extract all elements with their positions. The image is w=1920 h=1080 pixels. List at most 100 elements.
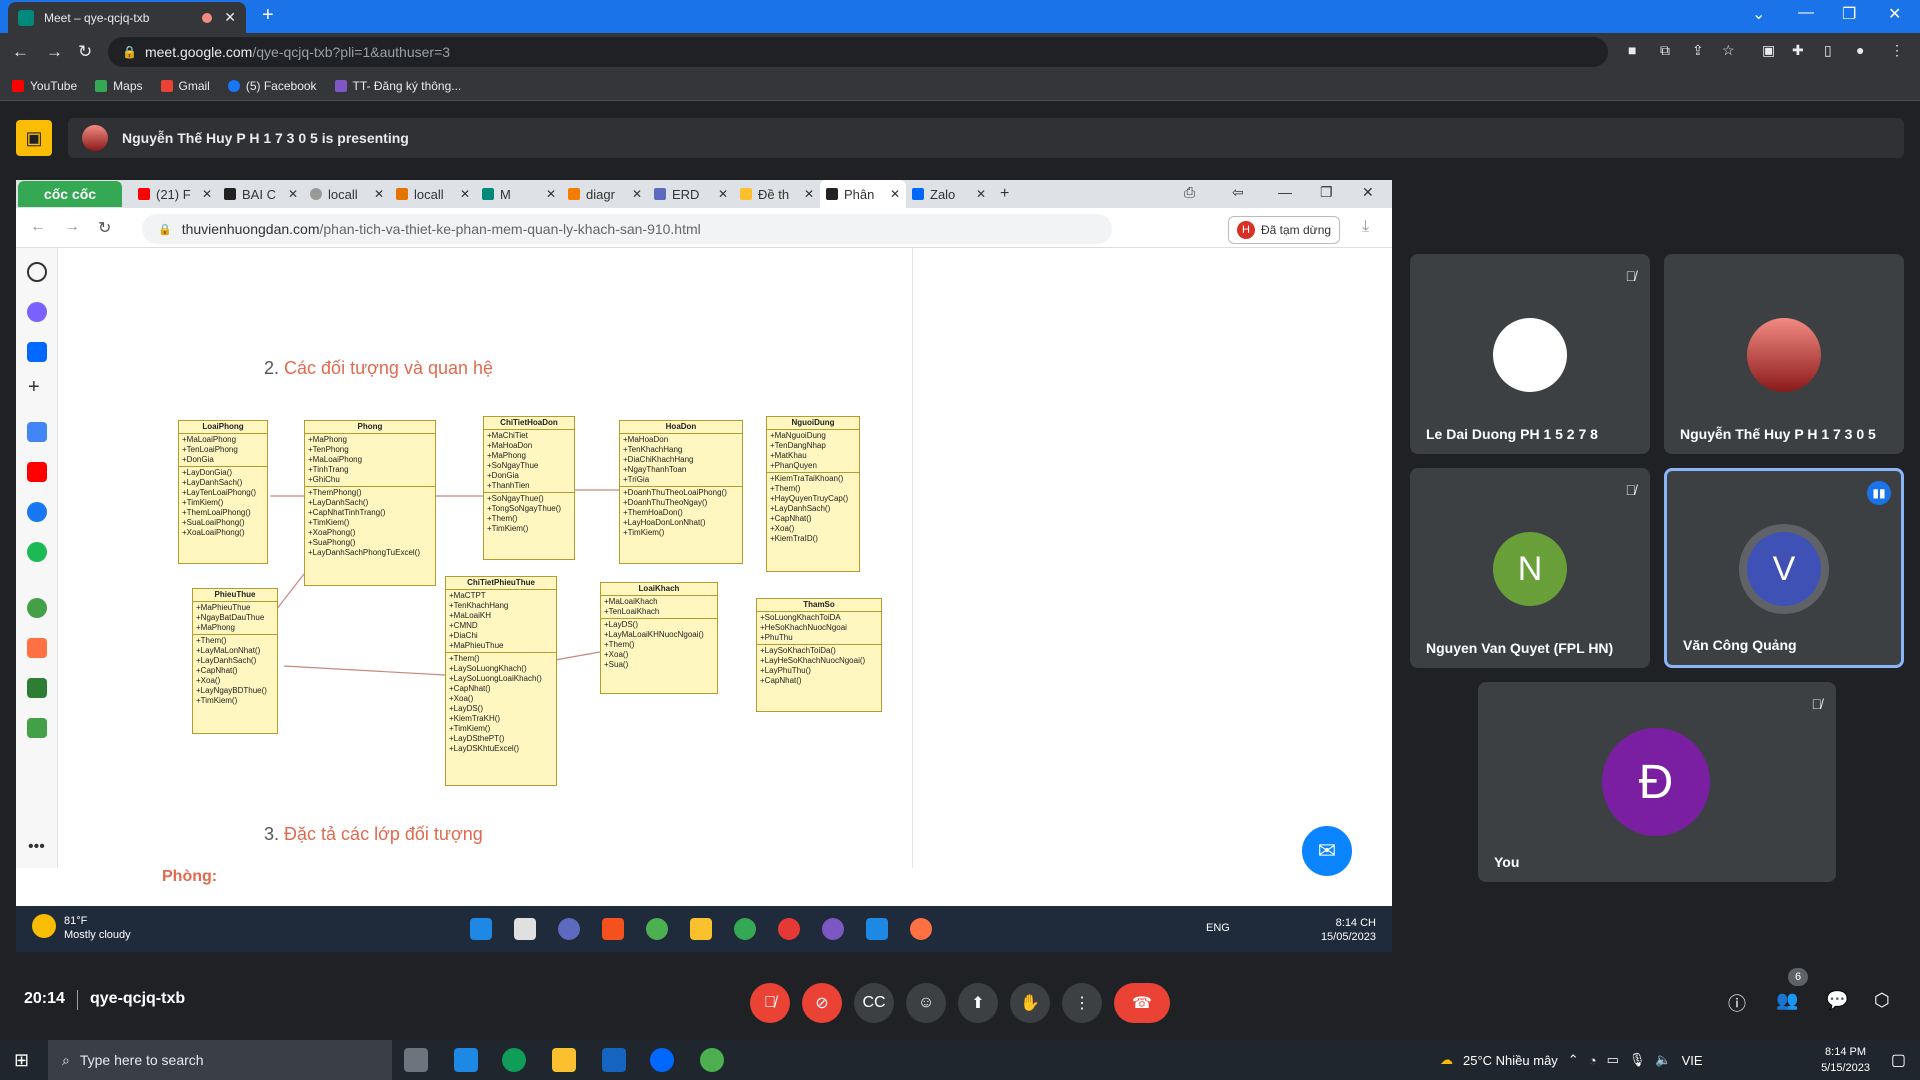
close-window-icon[interactable]: ✕ <box>1888 4 1901 24</box>
profile-avatar: H <box>1237 221 1255 239</box>
search-placeholder: Type here to search <box>79 1052 204 1068</box>
battery-icon[interactable]: ▭ <box>1607 1052 1619 1068</box>
bookmark-tt[interactable]: TT- Đăng ký thông... <box>334 79 461 93</box>
back-icon[interactable]: ← <box>12 42 29 62</box>
lock-icon: 🔒 <box>122 45 137 59</box>
vscode-icon[interactable] <box>454 1048 478 1072</box>
store-icon[interactable] <box>602 918 624 940</box>
participant-tile[interactable]: 🎙̸ Le Dai Duong PH 1 5 2 7 8 <box>1410 254 1650 454</box>
tray-lang[interactable]: VIE <box>1682 1053 1703 1068</box>
network-icon[interactable]: ◔ <box>1589 1053 1597 1068</box>
translate-icon[interactable]: ⧉ <box>1660 42 1670 59</box>
chevron-up-icon[interactable]: ⌃ <box>1568 1052 1579 1068</box>
taskview-icon[interactable] <box>514 918 536 940</box>
chat-icon[interactable]: 💬 <box>1826 990 1848 1011</box>
participant-tile[interactable]: 🎙̸ N Nguyen Van Quyet (FPL HN) <box>1410 468 1650 668</box>
toolbar: ← → ↻ 🔒 meet.google.com/qye-qcjq-txb?pli… <box>0 33 1920 71</box>
puzzle-icon[interactable]: ✚ <box>1792 42 1804 59</box>
list-icon <box>334 79 347 92</box>
coccoc-icon[interactable] <box>734 918 756 940</box>
mail-icon[interactable] <box>602 1048 626 1072</box>
browser-tabbar: Meet – qye-qcjq-txb ✕ + ⌄ — ❐ ✕ <box>0 0 1920 33</box>
minimize-icon[interactable]: — <box>1278 184 1292 200</box>
edge-icon[interactable] <box>502 1048 526 1072</box>
tray-lang[interactable]: ENG <box>1206 922 1230 934</box>
stop-presenting-button[interactable]: ▣ <box>16 120 52 156</box>
close-icon[interactable]: ✕ <box>976 187 986 201</box>
teams-icon[interactable] <box>558 918 580 940</box>
participant-tile-speaking[interactable]: ▮▮ V Văn Công Quảng <box>1664 468 1904 668</box>
restore-icon[interactable]: ❐ <box>1842 4 1856 24</box>
windows-icon[interactable] <box>470 918 492 940</box>
shared-tab[interactable]: Zalo ✕ <box>906 180 992 208</box>
leave-call-button[interactable]: ☎ <box>1114 983 1170 1023</box>
activities-icon[interactable]: ⬡ <box>1874 990 1890 1011</box>
weather-widget[interactable]: 81°F Mostly cloudy <box>32 914 131 942</box>
bookmark-youtube[interactable]: YouTube <box>12 79 77 93</box>
camera-off-button[interactable]: ⊘ <box>802 983 842 1023</box>
info-icon[interactable]: ⓘ <box>1728 990 1746 1016</box>
camera-icon[interactable]: ■ <box>1628 42 1636 58</box>
folder-icon[interactable] <box>690 918 712 940</box>
tab-search-icon[interactable]: ⌄ <box>1752 4 1765 24</box>
people-icon[interactable]: 👥 <box>1776 990 1798 1011</box>
notifications-icon[interactable]: ▢ <box>1891 1050 1906 1070</box>
profile-icon[interactable]: ● <box>1856 42 1864 58</box>
taskview-icon[interactable] <box>404 1048 428 1072</box>
github-icon[interactable] <box>822 918 844 940</box>
vscode-icon[interactable] <box>866 918 888 940</box>
url-host: meet.google.com <box>144 44 253 60</box>
address-bar[interactable]: 🔒 meet.google.com/qye-qcjq-txb?pli=1&aut… <box>108 37 1608 67</box>
forward-icon[interactable]: → <box>46 42 63 62</box>
mic-icon[interactable]: 🎙 <box>1629 1052 1646 1068</box>
star-icon[interactable]: ☆ <box>1722 42 1735 59</box>
mic-off-button[interactable]: 🎙̸ <box>750 983 790 1023</box>
windows-start-icon[interactable]: ⊞ <box>14 1050 29 1071</box>
participant-tile[interactable]: Nguyễn Thế Huy P H 1 7 3 0 5 <box>1664 254 1904 454</box>
chrome-icon[interactable] <box>700 1048 724 1072</box>
more-icon[interactable]: ••• <box>28 838 45 856</box>
app-icon[interactable] <box>778 918 800 940</box>
close-window-icon[interactable]: ✕ <box>1362 184 1374 201</box>
menu-icon[interactable]: ⋮ <box>1890 42 1904 59</box>
restore-icon[interactable]: ❐ <box>1320 184 1333 201</box>
captions-button[interactable]: CC <box>854 983 894 1023</box>
participant-name: You <box>1494 854 1520 870</box>
new-tab-icon[interactable]: + <box>1000 185 1009 203</box>
share-icon[interactable]: ⇪ <box>1692 42 1704 59</box>
uml-class-nguoidung: NguoiDung +MaNguoiDung +TenDangNhap +MatK… <box>766 416 860 572</box>
avatar: N <box>1493 532 1567 606</box>
participant-tile-self[interactable]: 🎙̸ Đ You <box>1478 682 1836 882</box>
taskbar-clock[interactable]: 8:14 PM 5/15/2023 <box>1821 1044 1870 1076</box>
emoji-button[interactable]: ☺ <box>906 983 946 1023</box>
meeting-time: 20:14 <box>24 990 65 1007</box>
volume-icon[interactable]: 🔈 <box>1655 1052 1671 1068</box>
zalo-icon[interactable] <box>650 1048 674 1072</box>
messenger-chat-button[interactable]: ✉ <box>1298 822 1356 880</box>
download-icon[interactable]: ⤓ <box>1362 218 1369 236</box>
tray-weather[interactable]: 25°C Nhiều mây <box>1463 1053 1558 1068</box>
screenshot-icon[interactable]: ⎙ <box>1184 184 1195 201</box>
paused-profile-button[interactable]: H Đã tạm dừng <box>1228 216 1341 244</box>
bookmark-maps[interactable]: Maps <box>95 79 143 93</box>
extension-icon[interactable]: ▣ <box>1762 42 1775 59</box>
folder-icon[interactable] <box>552 1048 576 1072</box>
new-tab-button[interactable]: + <box>262 4 274 27</box>
taskbar-search[interactable]: ⌕ Type here to search <box>48 1040 392 1080</box>
minimize-icon[interactable]: — <box>1798 4 1814 22</box>
sidepanel-icon[interactable]: ▯ <box>1824 42 1832 59</box>
postman-icon[interactable] <box>910 918 932 940</box>
reload-icon[interactable]: ↻ <box>78 42 92 62</box>
raise-hand-button[interactable]: ✋ <box>1010 983 1050 1023</box>
browser-tab-title: Meet – qye-qcjq-txb <box>44 10 150 25</box>
chrome-icon[interactable] <box>646 918 668 940</box>
back-arrow-icon[interactable]: ⇦ <box>1232 184 1244 201</box>
recording-dot-icon <box>202 12 213 23</box>
bookmark-facebook[interactable]: (5) Facebook <box>227 79 317 93</box>
browser-tab-meet[interactable]: Meet – qye-qcjq-txb ✕ <box>8 2 246 33</box>
close-tab-icon[interactable]: ✕ <box>224 9 236 26</box>
present-button[interactable]: ⬆ <box>958 983 998 1023</box>
tray-clock[interactable]: 8:14 CH 15/05/2023 <box>1321 916 1376 944</box>
more-options-button[interactable]: ⋮ <box>1062 983 1102 1023</box>
bookmark-gmail[interactable]: Gmail <box>160 79 210 93</box>
